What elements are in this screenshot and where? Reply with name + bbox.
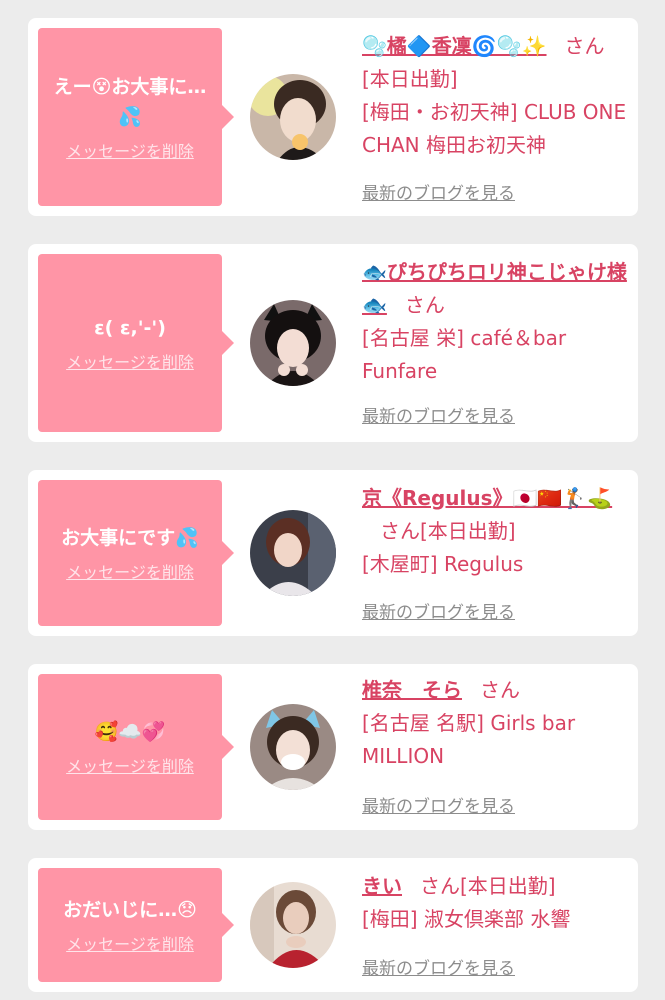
delete-message-link[interactable]: メッセージを削除 [66,138,194,162]
message-text: ε( ε,'-') [94,317,166,339]
message-text: 🥰☁️💞 [94,721,166,743]
cast-status: [本日出勤] [460,874,556,898]
cast-name-link[interactable]: 🐟ぴちぴちロリ神こじゃけ様🐟 [362,260,627,317]
message-card: えー😵お大事に…💦 メッセージを削除 🫧橘🔷香凜🌀🫧✨ さん [本日出勤] [梅田・… [28,18,638,216]
cast-avatar[interactable] [250,510,336,596]
cast-suffix: さん [380,519,420,543]
delete-message-link[interactable]: メッセージを削除 [66,559,194,583]
cast-status: [本日出勤] [420,519,516,543]
message-bubble: 🥰☁️💞 メッセージを削除 [38,674,234,820]
message-text: おだいじに…😞 [63,899,197,921]
shop-name: [名古屋 名駅] Girls bar MILLION [362,711,576,768]
view-blog-link[interactable]: 最新のブログを見る [362,402,515,427]
cast-info: 🫧橘🔷香凜🌀🫧✨ さん [本日出勤] [梅田・お初天神] CLUB ONE CHAN… [362,30,632,162]
view-blog-link[interactable]: 最新のブログを見る [362,954,515,979]
cast-suffix: さん [404,293,445,317]
shop-name: [梅田] 淑女倶楽部 水響 [362,907,571,931]
cast-avatar[interactable] [250,704,336,790]
message-bubble: おだいじに…😞 メッセージを削除 [38,868,234,982]
shop-name: [木屋町] Regulus [362,552,524,576]
message-bubble: お大事にです💦 メッセージを削除 [38,480,234,626]
cast-avatar[interactable] [250,74,336,160]
cast-suffix: さん [480,678,520,702]
cast-name-link[interactable]: きい [362,874,402,898]
cast-avatar[interactable] [250,882,336,968]
message-card: ε( ε,'-') メッセージを削除 🐟ぴちぴちロリ神こじゃけ様🐟 さん [名古屋… [28,244,638,442]
message-text: お大事にです💦 [61,527,199,549]
message-card: お大事にです💦 メッセージを削除 京《Regulus》🇯🇵🇨🇳🏌️⛳️ さん[本日… [28,470,638,636]
view-blog-link[interactable]: 最新のブログを見る [362,179,515,204]
message-bubble: えー😵お大事に…💦 メッセージを削除 [38,28,234,206]
cast-name-link[interactable]: 🫧橘🔷香凜🌀🫧✨ [362,34,547,58]
message-card: 🥰☁️💞 メッセージを削除 椎奈 そら さん [名古屋 名駅] Girls bar… [28,664,638,830]
cast-suffix: さん [420,874,460,898]
cast-info: 椎奈 そら さん [名古屋 名駅] Girls bar MILLION [362,674,632,773]
view-blog-link[interactable]: 最新のブログを見る [362,598,515,623]
cast-suffix: さん [564,34,605,58]
cast-info: きい さん[本日出勤] [梅田] 淑女倶楽部 水響 [362,870,632,936]
message-card: おだいじに…😞 メッセージを削除 きい さん[本日出勤] [梅田] 淑女倶楽部 水… [28,858,638,992]
delete-message-link[interactable]: メッセージを削除 [66,753,194,777]
cast-info: 京《Regulus》🇯🇵🇨🇳🏌️⛳️ さん[本日出勤] [木屋町] Regulus [362,482,632,581]
cast-info: 🐟ぴちぴちロリ神こじゃけ様🐟 さん [名古屋 栄] café＆bar Funfar… [362,256,632,388]
message-bubble: ε( ε,'-') メッセージを削除 [38,254,234,432]
shop-name: [名古屋 栄] café＆bar Funfare [362,326,567,383]
delete-message-link[interactable]: メッセージを削除 [66,349,194,373]
shop-name: [梅田・お初天神] CLUB ONE CHAN 梅田お初天神 [362,100,627,157]
cast-avatar[interactable] [250,300,336,386]
view-blog-link[interactable]: 最新のブログを見る [362,792,515,817]
delete-message-link[interactable]: メッセージを削除 [66,931,194,955]
cast-name-link[interactable]: 京《Regulus》🇯🇵🇨🇳🏌️⛳️ [362,486,612,510]
cast-name-link[interactable]: 椎奈 そら [362,678,462,702]
message-list: えー😵お大事に…💦 メッセージを削除 🫧橘🔷香凜🌀🫧✨ さん[本日出勤] [梅田・… [0,0,665,1000]
message-text: えー😵お大事に…💦 [53,76,207,128]
cast-status: [本日出勤] [362,67,458,91]
